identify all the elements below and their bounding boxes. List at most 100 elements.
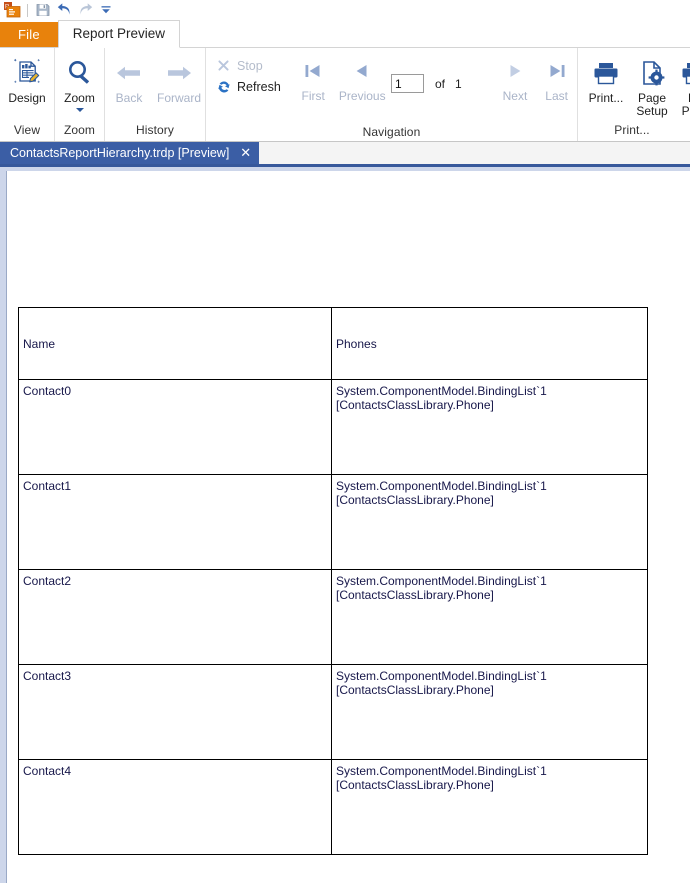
- document-tab-strip: ContactsReportHierarchy.trdp [Preview] ✕: [0, 142, 690, 167]
- ribbon-group-label-zoom: Zoom: [63, 123, 96, 137]
- stop-button[interactable]: Stop: [212, 55, 287, 76]
- undo-icon: [57, 3, 70, 15]
- table-cell-name: Contact4: [18, 759, 332, 855]
- undo-button[interactable]: [55, 2, 73, 19]
- phones-line-1: System.ComponentModel.BindingList`1: [336, 574, 547, 588]
- close-icon[interactable]: ✕: [240, 147, 251, 160]
- table-row[interactable]: Contact4 System.ComponentModel.BindingLi…: [18, 759, 648, 855]
- table-cell-phones: System.ComponentModel.BindingList`1 [Con…: [331, 759, 648, 855]
- last-page-label: Last: [545, 89, 568, 103]
- table-cell-phones: System.ComponentModel.BindingList`1 [Con…: [331, 569, 648, 665]
- save-button[interactable]: [34, 2, 52, 19]
- phones-line-2: [ContactsClassLibrary.Phone]: [336, 588, 494, 602]
- stop-button-label: Stop: [237, 58, 263, 73]
- refresh-icon: [216, 79, 231, 94]
- forward-button-label: Forward: [156, 91, 201, 105]
- tab-report-preview[interactable]: Report Preview: [57, 20, 181, 48]
- column-header-name: Name: [23, 336, 56, 351]
- table-row[interactable]: Contact0 System.ComponentModel.BindingLi…: [18, 379, 648, 475]
- previous-page-label: Previous: [338, 89, 386, 103]
- next-page-label: Next: [502, 89, 528, 103]
- report-app-icon[interactable]: R: [4, 2, 21, 18]
- phones-line-1: System.ComponentModel.BindingList`1: [336, 384, 547, 398]
- table-header-cell-phones: Phones: [331, 307, 648, 380]
- contact-name: Contact0: [23, 384, 72, 398]
- arrow-right-icon: [165, 56, 193, 90]
- print-preview-icon: [680, 56, 690, 90]
- chevron-down-icon[interactable]: [75, 108, 84, 112]
- phones-line-1: System.ComponentModel.BindingList`1: [336, 764, 547, 778]
- last-page-button[interactable]: Last: [536, 50, 577, 103]
- refresh-button[interactable]: Refresh: [212, 76, 287, 97]
- ribbon: Design View Zoom Zoom Back Forward Histo…: [0, 47, 690, 142]
- magnifier-icon: [65, 56, 95, 90]
- print-button-label: Print...: [588, 91, 624, 105]
- arrow-left-icon: [115, 56, 143, 90]
- table-cell-name: Contact0: [18, 379, 332, 475]
- redo-button[interactable]: [76, 2, 94, 19]
- table-cell-name: Contact3: [18, 664, 332, 760]
- total-pages-label: 1: [454, 76, 462, 91]
- contact-name: Contact2: [23, 574, 72, 588]
- document-tab-contacts-report[interactable]: ContactsReportHierarchy.trdp [Preview] ✕: [0, 142, 260, 164]
- table-cell-phones: System.ComponentModel.BindingList`1 [Con…: [331, 379, 648, 475]
- ribbon-group-view: Design View: [0, 48, 55, 141]
- toolbar-divider: [27, 3, 28, 17]
- first-page-button[interactable]: First: [293, 50, 334, 103]
- refresh-button-label: Refresh: [237, 79, 281, 94]
- ribbon-tab-strip: File Report Preview: [0, 20, 690, 48]
- report-page: Name Phones Contact0 System.ComponentMod…: [6, 171, 690, 883]
- back-button[interactable]: Back: [105, 52, 153, 105]
- document-tab-label: ContactsReportHierarchy.trdp [Preview]: [10, 146, 230, 160]
- ribbon-group-label-history: History: [135, 123, 175, 137]
- ribbon-group-label-view: View: [13, 123, 41, 137]
- phones-line-1: System.ComponentModel.BindingList`1: [336, 669, 547, 683]
- phones-line-1: System.ComponentModel.BindingList`1: [336, 479, 547, 493]
- ribbon-group-label-print: Print...: [614, 123, 650, 137]
- next-page-button[interactable]: Next: [494, 50, 537, 103]
- redo-icon: [79, 3, 92, 15]
- ribbon-group-navigation: Stop Refresh First Previous 1 of 1 Next …: [206, 48, 578, 141]
- zoom-button-label: Zoom: [64, 91, 95, 105]
- table-row[interactable]: Contact2 System.ComponentModel.BindingLi…: [18, 569, 648, 665]
- table-cell-phones: System.ComponentModel.BindingList`1 [Con…: [331, 474, 648, 570]
- print-button[interactable]: Print...: [582, 52, 630, 105]
- close-x-icon: [216, 58, 231, 73]
- print-preview-label-line2: Prev: [681, 104, 690, 118]
- previous-page-icon: [350, 54, 374, 88]
- ribbon-group-print: Print... Page Setup P Print...: [578, 48, 690, 141]
- table-row[interactable]: Contact1 System.ComponentModel.BindingLi…: [18, 474, 648, 570]
- design-button[interactable]: Design: [0, 52, 54, 105]
- print-preview-button[interactable]: Pr Prev: [674, 52, 690, 118]
- phones-line-2: [ContactsClassLibrary.Phone]: [336, 683, 494, 697]
- page-navigator: of 1: [390, 74, 462, 93]
- quick-access-toolbar: R: [0, 0, 690, 20]
- page-setup-button[interactable]: Page Setup: [630, 52, 674, 118]
- phones-line-2: [ContactsClassLibrary.Phone]: [336, 778, 494, 792]
- design-report-icon: [11, 56, 43, 90]
- previous-page-button[interactable]: Previous: [334, 50, 391, 103]
- page-setup-icon: [638, 56, 666, 90]
- ribbon-group-zoom: Zoom Zoom: [55, 48, 105, 141]
- page-of-label: of: [434, 76, 445, 91]
- zoom-button[interactable]: Zoom: [55, 52, 104, 112]
- first-page-label: First: [301, 89, 325, 103]
- page-setup-label-line2: Setup: [636, 104, 668, 118]
- table-row[interactable]: Contact3 System.ComponentModel.BindingLi…: [18, 664, 648, 760]
- design-button-label: Design: [8, 91, 46, 105]
- last-page-icon: [545, 54, 569, 88]
- forward-button[interactable]: Forward: [153, 52, 205, 105]
- ribbon-group-label-navigation: Navigation: [362, 125, 421, 139]
- page-number-input[interactable]: [390, 74, 424, 93]
- contact-name: Contact3: [23, 669, 72, 683]
- column-header-phones: Phones: [336, 336, 377, 351]
- contact-name: Contact4: [23, 764, 72, 778]
- contact-name: Contact1: [23, 479, 72, 493]
- table-header-row: Name Phones: [18, 307, 648, 380]
- printer-icon: [591, 56, 621, 90]
- next-page-icon: [503, 54, 527, 88]
- tab-file[interactable]: File: [0, 22, 58, 47]
- back-button-label: Back: [115, 91, 143, 105]
- customize-qat-button[interactable]: [97, 2, 115, 19]
- table-cell-phones: System.ComponentModel.BindingList`1 [Con…: [331, 664, 648, 760]
